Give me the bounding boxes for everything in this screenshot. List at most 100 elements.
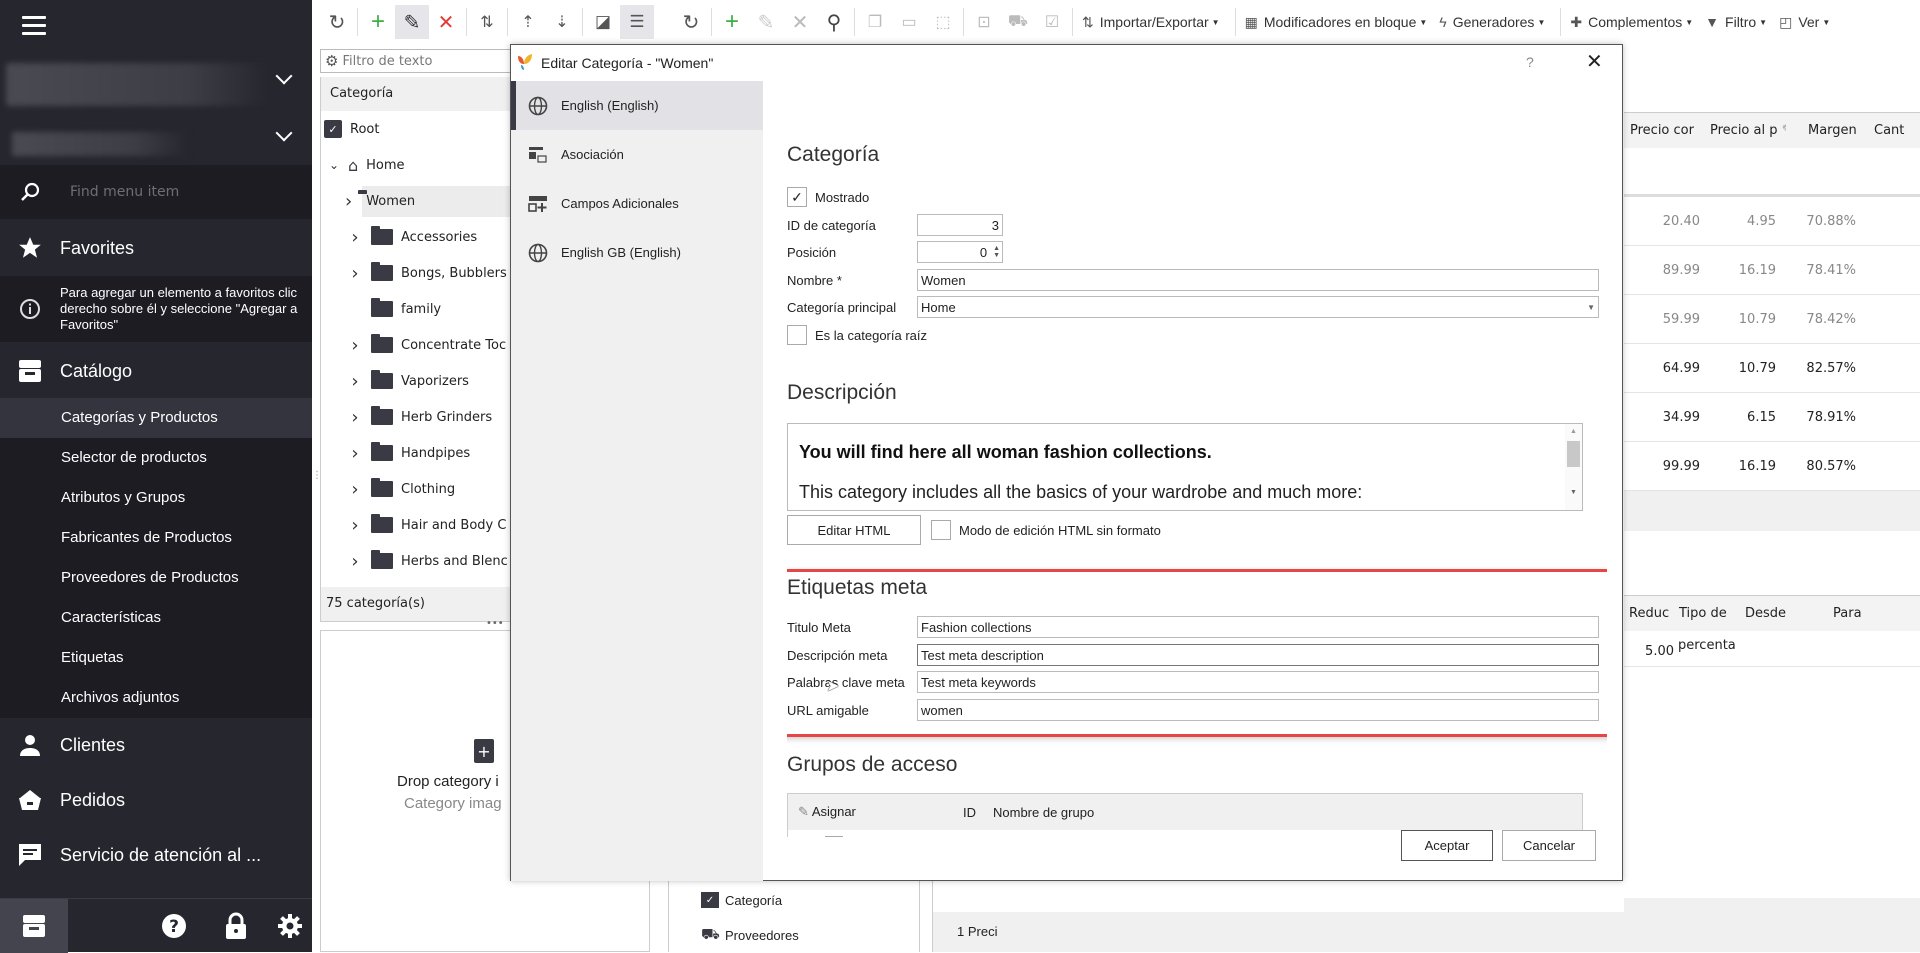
paste-icon[interactable]: ▭ (892, 5, 926, 39)
tree-node[interactable]: › Vaporizers (321, 363, 519, 399)
shown-checkbox-row[interactable]: ✓ Mostrado (787, 187, 869, 207)
meta-keywords-field[interactable]: Test meta keywords (917, 671, 1599, 693)
table-row[interactable]: 20.40 4.95 70.88% (1624, 197, 1920, 246)
catalog-shortcut-icon[interactable] (0, 898, 68, 953)
category-id-field[interactable]: 3 (917, 214, 1003, 236)
table-row[interactable]: 64.99 10.79 82.57% (1624, 344, 1920, 393)
submenu-tags[interactable]: Etiquetas (0, 638, 312, 678)
tab-category[interactable]: ✓ Categoría (701, 892, 782, 908)
settings-gear-icon[interactable] (270, 899, 310, 953)
chevron-down-icon[interactable] (275, 67, 293, 85)
tree-filter-input[interactable]: Filtro de texto (342, 54, 432, 69)
chevron-down-icon[interactable] (275, 124, 293, 142)
table-row[interactable]: 99.99 16.19 80.57% (1624, 442, 1920, 491)
tree-filter[interactable]: ⚙ Filtro de texto (320, 49, 520, 73)
is-root-checkbox[interactable] (787, 325, 807, 345)
view-dropdown[interactable]: ◰ Ver ▼ (1779, 14, 1830, 31)
tree-node[interactable]: › Accessories (321, 219, 519, 255)
import-export-dropdown[interactable]: ⇅ Importar/Exportar ▼ (1076, 14, 1220, 31)
add-product-icon[interactable]: + (715, 5, 749, 39)
move-down-icon[interactable]: ⇣ (545, 5, 579, 39)
plus-minus-icon[interactable]: ◪ (586, 5, 620, 39)
submenu-attributes[interactable]: Atributos y Grupos (0, 478, 312, 518)
shipping-icon[interactable]: ⛟ (1001, 5, 1035, 39)
chevron-right-icon[interactable]: › (345, 443, 365, 464)
nav-additional-fields[interactable]: Campos Adicionales (511, 179, 763, 228)
discount-row[interactable]: 5.00 percenta (1624, 631, 1920, 667)
col-reduction[interactable]: Reduc (1624, 606, 1674, 621)
chevron-right-icon[interactable]: › (345, 335, 365, 356)
add-icon[interactable]: + (361, 5, 395, 39)
user-selector-blurred[interactable] (12, 132, 188, 156)
generators-dropdown[interactable]: ϟ Generadores ▼ (1439, 14, 1545, 30)
tree-node[interactable]: family (321, 291, 519, 327)
sort-arrows-icon[interactable]: ⇅ (470, 5, 504, 39)
chevron-right-icon[interactable]: › (345, 479, 365, 500)
nav-catalog[interactable]: Catálogo (0, 344, 312, 398)
splitter-handle[interactable]: ••• (486, 618, 504, 629)
tree-node[interactable]: › Handpipes (321, 435, 519, 471)
tree-node[interactable]: › Herbs and Blenc (321, 543, 519, 579)
edit-product-icon[interactable]: ✎ (749, 5, 783, 39)
col-quantity[interactable]: Cant (1850, 123, 1904, 138)
refresh-products-icon[interactable]: ↻ (674, 5, 708, 39)
is-root-row[interactable]: Es la categoría raíz (787, 325, 927, 345)
store-selector-blurred[interactable] (6, 63, 268, 106)
chevron-right-icon[interactable]: › (345, 371, 365, 392)
chevron-down-icon[interactable]: ⌄ (324, 158, 344, 172)
position-stepper[interactable]: 0 ▲ ▼ (917, 241, 1003, 263)
raw-html-mode-row[interactable]: Modo de edición HTML sin formato (931, 520, 1161, 540)
submenu-product-selector[interactable]: Selector de productos (0, 438, 312, 478)
shown-checkbox[interactable]: ✓ (787, 187, 807, 207)
lock-icon[interactable] (202, 899, 270, 953)
nav-orders[interactable]: Pedidos (0, 773, 312, 827)
friendly-url-field[interactable]: women (917, 699, 1599, 721)
chevron-right-icon[interactable]: › (345, 227, 365, 248)
refresh-icon[interactable]: ↻ (320, 5, 354, 39)
submenu-suppliers[interactable]: Proveedores de Productos (0, 558, 312, 598)
help-button[interactable]: ? (1526, 54, 1534, 70)
chevron-right-icon[interactable]: › (345, 407, 365, 428)
menu-search[interactable]: Find menu item (0, 165, 312, 219)
cancel-button[interactable]: Cancelar (1502, 830, 1596, 861)
table-row[interactable]: 34.99 6.15 78.91% (1624, 393, 1920, 442)
accept-button[interactable]: Aceptar (1401, 830, 1493, 861)
tree-node[interactable]: › Women (321, 183, 519, 219)
filter-list-icon[interactable]: ☰ (620, 5, 654, 39)
gear-icon[interactable]: ⚙ (325, 52, 338, 70)
nav-customer-service[interactable]: Servicio de atención al ... (0, 828, 312, 882)
tree-node-home[interactable]: ⌄ ⌂ Home (321, 147, 519, 183)
splitter-handle[interactable]: ⋮ (312, 470, 322, 486)
addons-dropdown[interactable]: ✚ Complementos ▼ (1564, 14, 1693, 31)
tree-node[interactable]: › Concentrate Toc (321, 327, 519, 363)
nav-english-gb[interactable]: English GB (English) (511, 228, 763, 277)
nav-clients[interactable]: Clientes (0, 718, 312, 772)
submenu-categories-products[interactable]: Categorías y Productos (0, 398, 312, 438)
check-list-icon[interactable]: ☑ (1035, 5, 1069, 39)
delete-product-icon[interactable]: ✕ (783, 5, 817, 39)
edit-pencil-icon[interactable]: ✎ (395, 5, 429, 39)
nav-association[interactable]: Asociación (511, 130, 763, 179)
move-up-icon[interactable]: ⇡ (511, 5, 545, 39)
chevron-right-icon[interactable]: › (345, 551, 365, 572)
description-scrollbar[interactable]: ▲ ▼ (1565, 424, 1582, 510)
col-assign[interactable]: ✎ Asignar (788, 804, 963, 820)
tree-node[interactable]: › Bongs, Bubblers (321, 255, 519, 291)
description-editor[interactable]: You will find here all woman fashion col… (787, 423, 1583, 511)
tree-node-root[interactable]: ✓ Root (321, 111, 519, 147)
menu-search-input[interactable]: Find menu item (70, 184, 179, 200)
col-id[interactable]: ID (963, 805, 993, 820)
table-row[interactable]: 59.99 10.79 78.42% (1624, 295, 1920, 344)
submenu-manufacturers[interactable]: Fabricantes de Productos (0, 518, 312, 558)
chevron-right-icon[interactable]: › (345, 515, 365, 536)
help-icon[interactable]: ? (146, 899, 202, 953)
assign-checkbox[interactable] (825, 836, 843, 837)
col-wholesale[interactable]: Precio al p ✎ (1702, 123, 1786, 138)
chevron-right-icon[interactable]: › (345, 191, 352, 212)
col-group-name[interactable]: Nombre de grupo (993, 805, 1094, 820)
bulk-modifiers-dropdown[interactable]: ▦ Modificadores en bloque ▼ (1239, 14, 1428, 31)
tree-node[interactable]: › Clothing (321, 471, 519, 507)
nav-english[interactable]: English (English) (511, 81, 763, 130)
chevron-right-icon[interactable]: › (345, 263, 365, 284)
tree-node[interactable]: › Hair and Body C (321, 507, 519, 543)
